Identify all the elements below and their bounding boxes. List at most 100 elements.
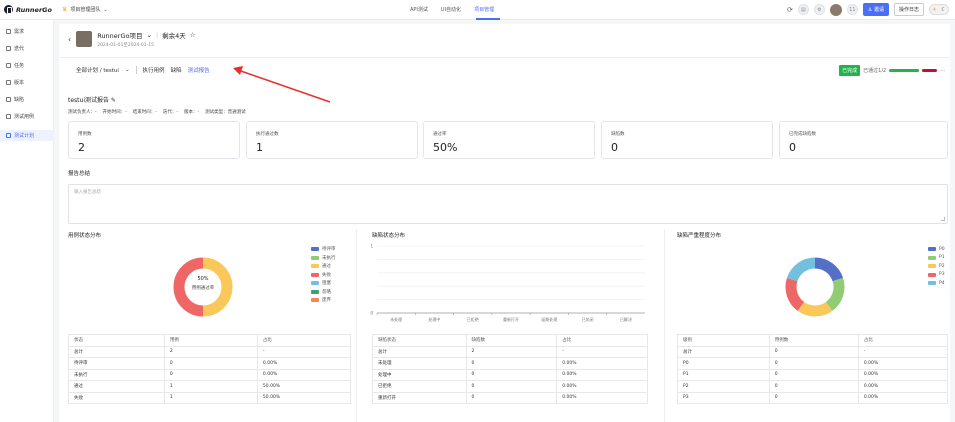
summary-label: 报告总结 — [68, 171, 91, 177]
table-row: P0 0 0.00% — [677, 357, 949, 370]
legend-item[interactable]: 废弃 — [311, 296, 336, 305]
card-value: 1 — [256, 141, 263, 154]
table-row: 处理中 0 0.00% — [372, 368, 648, 381]
table-row: 总计 0- — [677, 345, 949, 358]
table-row: 总计 2- — [68, 345, 352, 358]
edit-icon[interactable]: ✎ — [111, 97, 116, 104]
donut-center-label: 用例通过率 — [191, 286, 215, 291]
card-label: 执行通过数 — [256, 132, 279, 137]
legend-swatch — [311, 247, 319, 252]
table-cell: 占比 — [857, 334, 949, 347]
table-cell: P3 — [677, 391, 770, 404]
x-tick-label: 已拒绝 — [467, 316, 479, 322]
x-tick-label: 处理中 — [428, 316, 440, 322]
summary-textarea[interactable]: 输入报告总结 — [68, 184, 948, 224]
table-header: 级别 用例数 占比 — [677, 334, 949, 347]
table-cell: 用例 — [163, 334, 258, 347]
arrow-line — [237, 69, 331, 103]
table-cell: 已拒绝 — [372, 380, 467, 393]
legend-item[interactable]: 通过 — [311, 262, 336, 271]
legend-swatch — [311, 255, 319, 260]
card-label: 用例数 — [78, 132, 92, 137]
table-cell: 失败 — [68, 391, 165, 404]
defect-status-bar-chart: 0 1 未处理 处理中 已拒绝 重新打开 延期处理 已关闭 已解决 — [370, 244, 645, 322]
legend-item[interactable]: P3 — [928, 271, 945, 280]
chart-divider — [356, 229, 357, 422]
table-cell: 0 — [465, 368, 558, 381]
table-cell: - — [256, 345, 352, 358]
resize-handle-icon[interactable] — [941, 217, 945, 221]
legend-item[interactable]: 阻塞 — [311, 279, 336, 288]
legend-item[interactable]: 未执行 — [311, 254, 336, 263]
legend-swatch — [311, 289, 319, 294]
donut-slice-P1[interactable] — [825, 277, 845, 311]
table-cell: 0 — [768, 380, 859, 393]
legend-label: P3 — [939, 272, 945, 278]
card-label: 通过率 — [433, 132, 447, 137]
table-cell: 1 — [163, 380, 258, 393]
table-cell: 0 — [163, 357, 258, 370]
table-cell: 0.00% — [556, 380, 648, 393]
table-cell: 未执行 — [68, 368, 165, 381]
meta-iteration: 迭代：- — [162, 110, 178, 115]
table-cell: 用例数 — [768, 334, 859, 347]
table-cell: 0 — [768, 391, 859, 404]
legend-label: 失败 — [322, 272, 331, 278]
table-cell: P0 — [677, 357, 770, 370]
donut-slice-P0[interactable] — [814, 257, 844, 282]
severity-chart-legend: P0 P1 P2 P3 P4 — [928, 245, 945, 288]
table-cell: 待评审 — [68, 357, 165, 370]
table-cell: 0 — [465, 357, 558, 370]
table-row: 失败 1 50.00% — [68, 391, 352, 404]
legend-swatch — [311, 264, 319, 269]
legend-label: P1 — [939, 255, 945, 261]
card-label: 缺陷数 — [611, 132, 625, 137]
table-cell: 总计 — [677, 345, 770, 358]
donut-slice-P4[interactable] — [786, 257, 816, 282]
case-chart-legend: 待评审未执行 通过 失败 阻塞 忽略 废弃 — [311, 245, 336, 305]
legend-item[interactable]: 忽略 — [311, 288, 336, 297]
stat-card-pass-rate: 通过率 50% — [423, 121, 595, 159]
x-tick-label: 已解决 — [620, 316, 632, 322]
legend-item[interactable]: P0 — [928, 245, 945, 254]
table-cell: 未处理 — [372, 357, 467, 370]
donut-slice-P2[interactable] — [797, 301, 833, 317]
table-row: P3 0 0.00% — [677, 391, 949, 404]
table-cell: 0 — [163, 368, 258, 381]
table-row: 未执行 0 0.00% — [68, 368, 352, 381]
legend-item[interactable]: P4 — [928, 279, 945, 288]
table-cell: 0.00% — [556, 391, 648, 404]
legend-label: 待评审 — [322, 247, 336, 253]
donut-slice-P3[interactable] — [785, 277, 805, 311]
table-cell: 50.00% — [256, 380, 352, 393]
legend-item[interactable]: 待评审 — [311, 245, 336, 254]
table-cell: 0.00% — [857, 380, 949, 393]
defect-status-table: 缺陷状态 缺陷数 占比 总计 2- 未处理 0 0.00% 处理中 0 0.00% 已拒绝 0 0.00%… — [372, 334, 648, 404]
y-tick-label: 1 — [370, 244, 373, 249]
legend-item[interactable]: 失败 — [311, 271, 336, 280]
report-title: testui测试报告 ✎ — [68, 95, 116, 104]
table-cell: 0 — [768, 368, 859, 381]
legend-item[interactable]: P1 — [928, 254, 945, 263]
stat-card-passed-count: 执行通过数 1 — [246, 121, 418, 159]
severity-chart-title: 缺陷严重程度分布 — [677, 233, 722, 239]
x-tick-label: 未处理 — [390, 316, 402, 322]
stat-card-defect-count: 缺陷数 0 — [601, 121, 773, 159]
table-row: 重新打开 0 0.00% — [372, 391, 648, 404]
table-cell: 0.00% — [857, 357, 949, 370]
legend-swatch — [928, 272, 936, 277]
table-cell: 50.00% — [256, 391, 352, 404]
table-cell: P2 — [677, 380, 770, 393]
table-cell: 0.00% — [256, 357, 352, 370]
stat-card-closed-defects: 已完成缺陷数 0 — [779, 121, 948, 159]
legend-swatch — [928, 255, 936, 260]
table-header: 缺陷状态 缺陷数 占比 — [372, 334, 648, 347]
table-cell: 通过 — [68, 380, 165, 393]
legend-item[interactable]: P2 — [928, 262, 945, 271]
legend-label: P4 — [939, 280, 945, 286]
legend-label: 忽略 — [322, 289, 331, 295]
table-header: 状态 用例 占比 — [68, 334, 352, 347]
legend-label: 未执行 — [322, 255, 336, 261]
case-chart-title: 用例状态分布 — [68, 233, 102, 239]
meta-owner: 测试负责人：- — [68, 110, 97, 115]
